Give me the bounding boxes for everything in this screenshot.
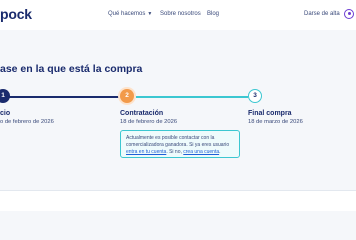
- step-2-date: 18 de febrero de 2026: [120, 119, 178, 125]
- step-2-circle: 2: [120, 89, 134, 103]
- chevron-down-icon: ▼: [147, 11, 153, 17]
- nav-about-us[interactable]: Sobre nosotros: [160, 11, 201, 17]
- logo[interactable]: pock: [0, 6, 32, 22]
- info-box: Actualmente es posible contactar con la …: [120, 130, 240, 158]
- create-account-link[interactable]: crea una cuenta: [183, 149, 219, 155]
- step-1-circle: 1: [0, 89, 10, 103]
- info-text-2: . Si no,: [166, 149, 184, 155]
- progress-line-pending: [136, 96, 248, 98]
- progress-line-completed: [4, 96, 120, 98]
- nav-what-we-do[interactable]: Qué hacemos ▼: [108, 11, 152, 17]
- step-2-label: Contratación: [120, 110, 164, 117]
- step-1-label: cio: [0, 110, 11, 117]
- login-link[interactable]: entra en tu cuenta: [126, 149, 166, 155]
- user-account-icon[interactable]: [344, 9, 354, 19]
- step-3-label: Final compra: [248, 110, 292, 117]
- nav-what-we-do-label: Qué hacemos: [108, 11, 146, 17]
- signup-link[interactable]: Darse de alta: [304, 11, 340, 17]
- phase-title: ase en la que está la compra: [0, 63, 143, 75]
- step-1-date: o de febrero de 2026: [0, 119, 54, 125]
- step-3-date: 18 de marzo de 2026: [248, 119, 303, 125]
- step-3-circle: 3: [248, 89, 262, 103]
- info-text-3: .: [219, 149, 221, 155]
- top-header: pock Qué hacemos ▼ Sobre nosotros Blog Da…: [0, 0, 356, 30]
- bottom-card: [0, 190, 356, 211]
- nav-blog[interactable]: Blog: [207, 11, 219, 17]
- info-text-1: Actualmente es posible contactar con la …: [126, 135, 230, 148]
